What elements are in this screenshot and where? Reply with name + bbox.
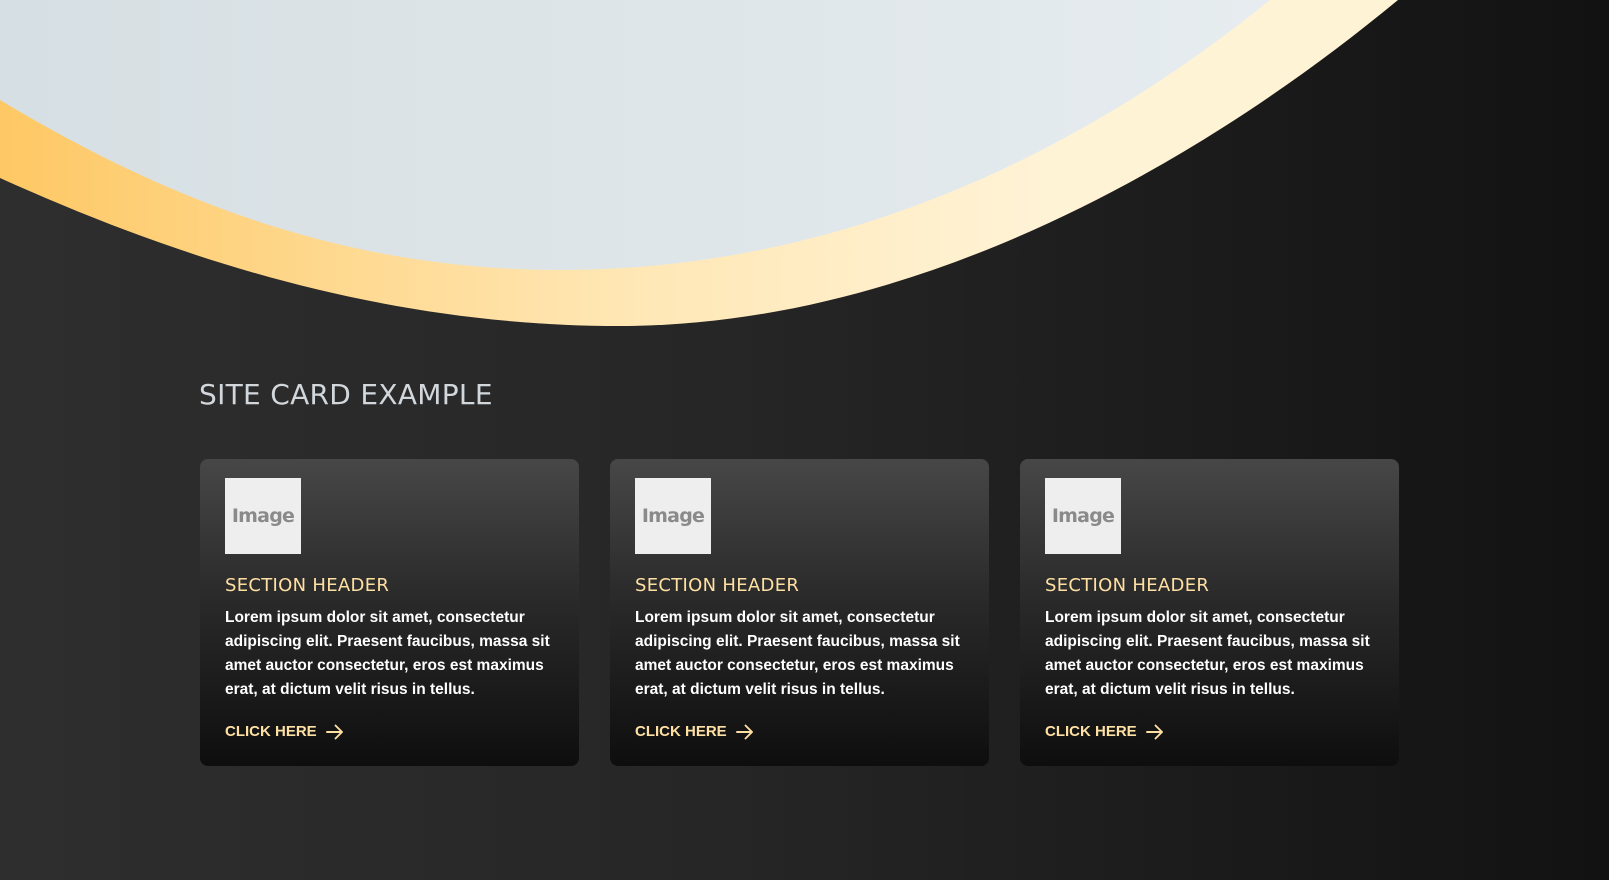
page-title: SITE CARD EXAMPLE (199, 378, 493, 411)
hero-wave-graphic (0, 0, 1398, 326)
site-card: Image SECTION HEADER Lorem ipsum dolor s… (200, 459, 579, 766)
card-image-label: Image (641, 505, 705, 527)
card-image-label: Image (231, 505, 295, 527)
click-here-link[interactable]: CLICK HERE (1045, 723, 1164, 740)
card-section-header: SECTION HEADER (1045, 575, 1210, 596)
card-body-text: Lorem ipsum dolor sit amet, consectetur … (225, 608, 550, 698)
card-image-placeholder: Image (225, 478, 301, 554)
card-list: Image SECTION HEADER Lorem ipsum dolor s… (200, 459, 1399, 766)
card-image-placeholder: Image (1045, 478, 1121, 554)
card-image-label: Image (1051, 505, 1115, 527)
click-here-label: CLICK HERE (1045, 723, 1137, 740)
click-here-link[interactable]: CLICK HERE (225, 723, 344, 740)
card-section-header: SECTION HEADER (635, 575, 800, 596)
card-image-placeholder: Image (635, 478, 711, 554)
arrow-right-icon (1145, 724, 1163, 739)
site-card: Image SECTION HEADER Lorem ipsum dolor s… (610, 459, 989, 766)
arrow-right-icon (325, 724, 343, 739)
site-card: Image SECTION HEADER Lorem ipsum dolor s… (1020, 459, 1399, 766)
arrow-right-icon (735, 724, 753, 739)
card-body-text: Lorem ipsum dolor sit amet, consectetur … (635, 608, 960, 698)
click-here-link[interactable]: CLICK HERE (635, 723, 754, 740)
card-body-text: Lorem ipsum dolor sit amet, consectetur … (1045, 608, 1370, 698)
click-here-label: CLICK HERE (225, 723, 317, 740)
card-section-header: SECTION HEADER (225, 575, 390, 596)
click-here-label: CLICK HERE (635, 723, 727, 740)
